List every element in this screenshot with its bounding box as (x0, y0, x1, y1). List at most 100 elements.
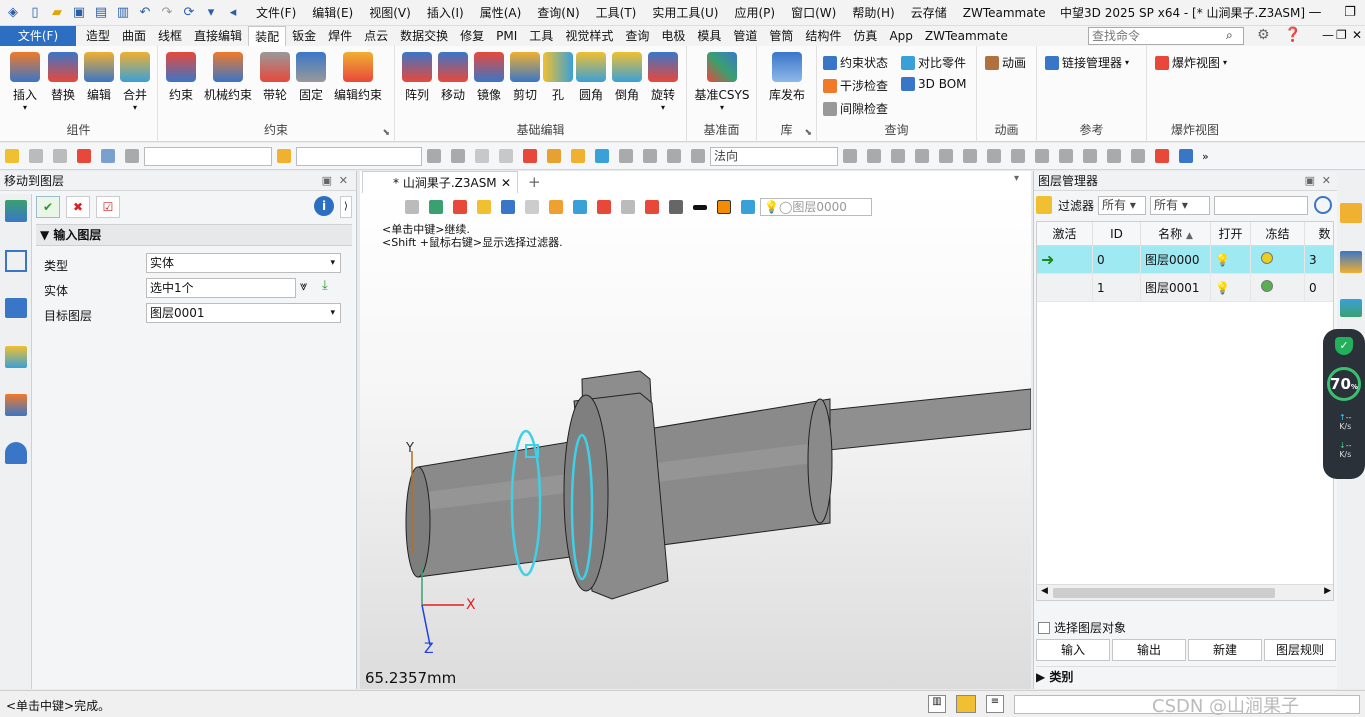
cut-button[interactable]: 剪切 (509, 52, 541, 103)
tab-pointcloud[interactable]: 点云 (358, 26, 394, 46)
3d-bom-button[interactable]: 3D BOM (901, 77, 967, 91)
select-objects-row[interactable]: 选择图层对象 (1038, 619, 1126, 636)
pointer-icon[interactable] (523, 149, 537, 163)
output-button[interactable]: 输出 (1112, 639, 1186, 661)
merge-button[interactable]: 合并 ▾ (118, 52, 152, 112)
part-icon[interactable] (595, 149, 609, 163)
play-icon[interactable] (891, 149, 905, 163)
layer-panel-pin-icon[interactable]: ▣ (1305, 171, 1315, 191)
menu-help[interactable]: 帮助(H) (844, 0, 902, 26)
col-open[interactable]: 打开 (1211, 222, 1251, 246)
circle-icon[interactable] (963, 149, 977, 163)
undo-icon[interactable]: ↶ (136, 4, 154, 22)
expand-panel-icon[interactable]: ⟩ (340, 196, 352, 218)
app-logo-icon[interactable]: ◈ (4, 4, 22, 22)
fix-button[interactable]: 固定 (294, 52, 328, 103)
distribute-icon[interactable] (451, 149, 465, 163)
info-icon[interactable]: i (314, 196, 334, 216)
menu-attribute[interactable]: 属性(A) (472, 0, 530, 26)
minus-icon[interactable] (53, 149, 67, 163)
constraint-status-button[interactable]: 约束状态 (823, 54, 888, 71)
expand-entity-icon[interactable]: ⩔ (300, 279, 307, 294)
direction-combo[interactable]: 法向 (710, 146, 838, 166)
tab-pmi[interactable]: PMI (490, 26, 523, 46)
status-display-icon[interactable] (956, 695, 976, 713)
cursor-icon[interactable] (843, 149, 857, 163)
new-tab-icon[interactable]: + (528, 173, 541, 191)
tab-visual-style[interactable]: 视觉样式 (559, 26, 619, 46)
edit-component-button[interactable]: 编辑 (82, 52, 116, 103)
menu-insert[interactable]: 插入(I) (419, 0, 472, 26)
tab-electrode[interactable]: 电极 (655, 26, 691, 46)
rotate-button[interactable]: 旋转 ▾ (647, 52, 679, 112)
mirror-button[interactable]: 镜像 (473, 52, 505, 103)
layer-rules-button[interactable]: 图层规则 (1264, 639, 1336, 661)
status-list-icon[interactable]: ≡ (986, 695, 1004, 713)
library-publish-button[interactable]: 库发布 (765, 52, 809, 103)
col-count[interactable]: 数 (1305, 222, 1333, 246)
tab-tubing[interactable]: 管筒 (763, 26, 799, 46)
collapse-arrow-icon[interactable]: ◂ (224, 4, 242, 22)
tree-icon[interactable] (5, 250, 27, 272)
diagonal-icon[interactable] (1083, 149, 1097, 163)
tab-surface[interactable]: 曲面 (116, 26, 152, 46)
restore-icon[interactable]: ❐ (1335, 0, 1365, 26)
layers-icon[interactable] (1340, 299, 1362, 317)
snap2-icon[interactable] (499, 149, 513, 163)
col-active[interactable]: 激活 (1037, 222, 1093, 246)
save-icon[interactable]: ▣ (70, 4, 88, 22)
edit-constraint-button[interactable]: 编辑约束 (332, 52, 384, 103)
redo-icon[interactable]: ↷ (158, 4, 176, 22)
folder-icon[interactable] (1340, 203, 1362, 223)
insert-button[interactable]: 插入 ▾ (8, 52, 42, 112)
layer-filter-icon[interactable] (277, 149, 291, 163)
security-shield-icon[interactable]: ✓ (1335, 337, 1353, 355)
bulb-on-icon[interactable]: 💡 (1211, 274, 1251, 302)
active-arrow-icon[interactable]: ➜ (1037, 246, 1093, 274)
tab-mold[interactable]: 模具 (691, 26, 727, 46)
open-folder-icon[interactable]: ▰ (48, 4, 66, 22)
freeze-cell[interactable] (1251, 246, 1305, 274)
filter-box-icon[interactable] (77, 149, 91, 163)
belt-button[interactable]: 带轮 (258, 52, 292, 103)
clock-icon[interactable] (643, 149, 657, 163)
confirm-icon[interactable]: ✔ (36, 196, 60, 218)
layer-panel-close-icon[interactable]: ✕ (1322, 171, 1331, 191)
datum-csys-button[interactable]: 基准CSYS ▾ (693, 52, 751, 112)
print-preview-icon[interactable]: ▥ (114, 4, 132, 22)
type-select[interactable]: 实体 ▾ (146, 253, 341, 273)
ribbon-close-icon[interactable]: ✕ (1352, 28, 1362, 42)
tab-tools[interactable]: 工具 (523, 26, 559, 46)
quick-access-dropdown-icon[interactable]: ▾ (202, 4, 220, 22)
tab-simulation[interactable]: 仿真 (847, 26, 883, 46)
search-icon[interactable]: ⌕ (1226, 28, 1233, 43)
surface2-icon[interactable] (1131, 149, 1145, 163)
menu-view[interactable]: 视图(V) (361, 0, 419, 26)
select-objects-checkbox[interactable] (1038, 621, 1050, 634)
stop-icon[interactable] (691, 149, 705, 163)
ribbon-minimize-icon[interactable]: — (1322, 28, 1334, 42)
tab-assembly[interactable]: 装配 (248, 26, 287, 46)
target-layer-select[interactable]: 图层0001 ▾ (146, 303, 341, 323)
settings-gear-icon[interactable]: ⚙ (1257, 27, 1270, 43)
tab-app[interactable]: App (883, 26, 918, 46)
menu-tools[interactable]: 工具(T) (588, 0, 645, 26)
constraint-launcher-icon[interactable]: ⬊ (382, 128, 390, 138)
col-name[interactable]: 名称 ▲ (1141, 222, 1211, 246)
interference-check-button[interactable]: 干涉检查 (823, 77, 888, 94)
menu-file[interactable]: 文件(F) (248, 0, 304, 26)
3d-viewport[interactable]: 💡◯图层0000 <单击中键>继续. <Shift +鼠标右键>显示选择过滤器. (360, 193, 1031, 689)
table-icon[interactable] (547, 149, 561, 163)
refresh-icon[interactable] (1314, 196, 1333, 214)
panel-close-icon[interactable]: ✕ (339, 171, 348, 191)
menu-apps[interactable]: 应用(P) (727, 0, 784, 26)
hole-button[interactable]: 孔 (543, 52, 573, 103)
clearance-check-button[interactable]: 间隙检查 (823, 100, 888, 117)
tab-zwteammate[interactable]: ZWTeammate (919, 26, 1014, 46)
layer-move-icon[interactable] (5, 200, 27, 222)
compare-parts-button[interactable]: 对比零件 (901, 54, 966, 71)
move-button[interactable]: 移动 (437, 52, 469, 103)
toolbar-overflow-icon[interactable]: » (1202, 150, 1209, 163)
history-icon[interactable] (667, 149, 681, 163)
document-tab[interactable]: * 山涧果子.Z3ASM ✕ (362, 171, 518, 193)
